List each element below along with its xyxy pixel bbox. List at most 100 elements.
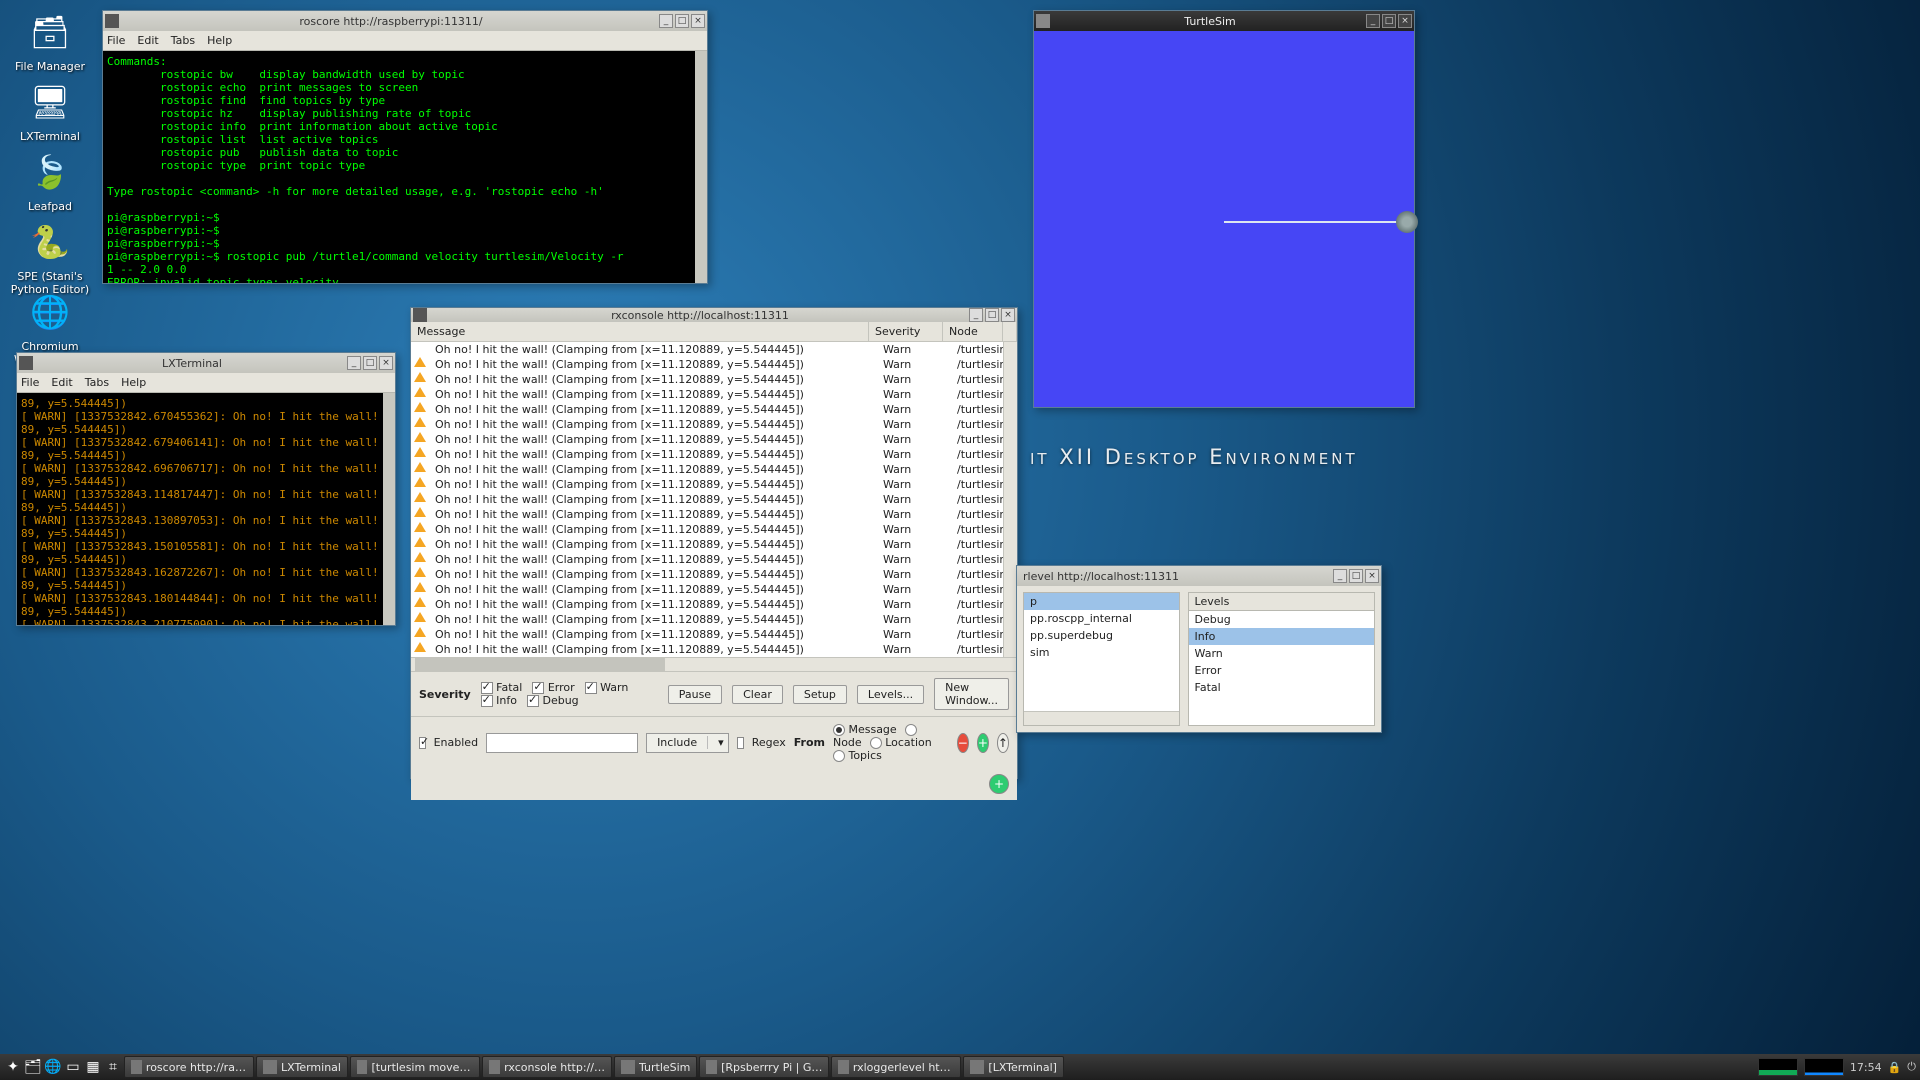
new-window-button[interactable]: New Window...	[934, 678, 1009, 710]
message-row[interactable]: Oh no! I hit the wall! (Clamping from [x…	[411, 537, 1017, 552]
lxterm-terminal-body[interactable]: 89, y=5.544445]) [ WARN] [1337532842.670…	[17, 393, 395, 625]
roscore-terminal-body[interactable]: Commands: rostopic bw display bandwidth …	[103, 51, 707, 283]
logger-item[interactable]: p	[1024, 593, 1179, 610]
desktop-icon-spe-stani-s-python-editor-[interactable]: 🐍SPE (Stani's Python Editor)	[10, 218, 90, 296]
message-row[interactable]: Oh no! I hit the wall! (Clamping from [x…	[411, 522, 1017, 537]
severity-warn-checkbox[interactable]	[585, 682, 597, 694]
message-row[interactable]: Oh no! I hit the wall! (Clamping from [x…	[411, 417, 1017, 432]
maximize-button[interactable]: □	[985, 308, 999, 322]
clear-button[interactable]: Clear	[732, 685, 783, 704]
maximize-button[interactable]: □	[363, 356, 377, 370]
logger-item[interactable]: sim	[1024, 644, 1179, 661]
level-item-error[interactable]: Error	[1189, 662, 1374, 679]
scroll-thumb[interactable]	[415, 658, 665, 671]
power-icon[interactable]: ⏻	[1907, 1060, 1916, 1074]
level-item-debug[interactable]: Debug	[1189, 611, 1374, 628]
clock[interactable]: 17:54	[1850, 1061, 1882, 1074]
close-button[interactable]: ×	[379, 356, 393, 370]
enabled-checkbox[interactable]	[419, 737, 426, 749]
turtlesim-titlebar[interactable]: TurtleSim _ □ ×	[1034, 11, 1414, 31]
level-item-warn[interactable]: Warn	[1189, 645, 1374, 662]
close-button[interactable]: ×	[1001, 308, 1015, 322]
severity-info-checkbox[interactable]	[481, 695, 493, 707]
include-dropdown[interactable]: Include▾	[646, 733, 729, 753]
levels-button[interactable]: Levels...	[857, 685, 924, 704]
scrollbar[interactable]	[695, 51, 707, 283]
taskbar-item[interactable]: LXTerminal	[256, 1056, 348, 1078]
taskbar-item[interactable]: [LXTerminal]	[963, 1056, 1064, 1078]
message-row[interactable]: Oh no! I hit the wall! (Clamping from [x…	[411, 342, 1017, 357]
message-row[interactable]: Oh no! I hit the wall! (Clamping from [x…	[411, 447, 1017, 462]
message-row[interactable]: Oh no! I hit the wall! (Clamping from [x…	[411, 432, 1017, 447]
from-topics-radio[interactable]	[833, 750, 845, 762]
message-row[interactable]: Oh no! I hit the wall! (Clamping from [x…	[411, 357, 1017, 372]
taskbar-item[interactable]: [Rpsberrry Pi | Gordon...	[699, 1056, 829, 1078]
h-scrollbar[interactable]	[1024, 711, 1179, 725]
menu-file[interactable]: File	[107, 34, 125, 47]
scrollbar[interactable]	[1003, 342, 1017, 657]
menu-help[interactable]: Help	[121, 376, 146, 389]
minimize-button[interactable]: _	[659, 14, 673, 28]
rxconsole-titlebar[interactable]: rxconsole http://localhost:11311 _ □ ×	[411, 308, 1017, 322]
message-row[interactable]: Oh no! I hit the wall! (Clamping from [x…	[411, 372, 1017, 387]
loggers-list[interactable]: ppp.roscpp_internalpp.superdebugsim	[1024, 593, 1179, 711]
level-item-fatal[interactable]: Fatal	[1189, 679, 1374, 696]
minimize-button[interactable]: _	[969, 308, 983, 322]
menu-tabs[interactable]: Tabs	[85, 376, 109, 389]
loggerlevel-titlebar[interactable]: rlevel http://localhost:11311 _ □ ×	[1017, 566, 1381, 586]
lxterm-titlebar[interactable]: LXTerminal _ □ ×	[17, 353, 395, 373]
scrollbar[interactable]	[383, 393, 395, 625]
taskbar-item[interactable]: rxloggerlevel http://loc...	[831, 1056, 961, 1078]
add-filter-row-button[interactable]: +	[989, 774, 1009, 794]
show-desktop-icon[interactable]: ⌗	[104, 1058, 122, 1076]
message-row[interactable]: Oh no! I hit the wall! (Clamping from [x…	[411, 402, 1017, 417]
menu-edit[interactable]: Edit	[51, 376, 72, 389]
maximize-button[interactable]: □	[1349, 569, 1363, 583]
taskbar-item[interactable]: rxconsole http://local...	[482, 1056, 612, 1078]
cpu-monitor-icon[interactable]	[1758, 1058, 1798, 1076]
close-button[interactable]: ×	[1365, 569, 1379, 583]
filter-input[interactable]	[486, 733, 638, 753]
net-monitor-icon[interactable]	[1804, 1058, 1844, 1076]
h-scrollbar[interactable]	[411, 657, 1017, 671]
minimize-button[interactable]: _	[347, 356, 361, 370]
lock-icon[interactable]: 🔒	[1888, 1061, 1902, 1074]
severity-debug-checkbox[interactable]	[527, 695, 539, 707]
close-button[interactable]: ×	[1398, 14, 1412, 28]
minimize-button[interactable]: _	[1366, 14, 1380, 28]
menu-tabs[interactable]: Tabs	[171, 34, 195, 47]
file-manager-icon[interactable]: 🗂	[24, 1058, 42, 1076]
desktop-icon-file-manager[interactable]: 🗃File Manager	[10, 8, 90, 73]
message-row[interactable]: Oh no! I hit the wall! (Clamping from [x…	[411, 582, 1017, 597]
workspace-switcher-icon[interactable]: ▦	[84, 1058, 102, 1076]
message-row[interactable]: Oh no! I hit the wall! (Clamping from [x…	[411, 597, 1017, 612]
regex-checkbox[interactable]	[737, 737, 744, 749]
minimize-all-icon[interactable]: ▭	[64, 1058, 82, 1076]
taskbar-item[interactable]: [turtlesim move turtle ...	[350, 1056, 480, 1078]
setup-button[interactable]: Setup	[793, 685, 847, 704]
minimize-button[interactable]: _	[1333, 569, 1347, 583]
from-message-radio[interactable]	[833, 724, 845, 736]
browser-icon[interactable]: 🌐	[44, 1058, 62, 1076]
menu-help[interactable]: Help	[207, 34, 232, 47]
message-row[interactable]: Oh no! I hit the wall! (Clamping from [x…	[411, 642, 1017, 657]
close-button[interactable]: ×	[691, 14, 705, 28]
logger-item[interactable]: pp.roscpp_internal	[1024, 610, 1179, 627]
header-node[interactable]: Node	[943, 322, 1003, 341]
message-row[interactable]: Oh no! I hit the wall! (Clamping from [x…	[411, 567, 1017, 582]
message-row[interactable]: Oh no! I hit the wall! (Clamping from [x…	[411, 492, 1017, 507]
taskbar-item[interactable]: TurtleSim	[614, 1056, 697, 1078]
roscore-titlebar[interactable]: roscore http://raspberrypi:11311/ _ □ ×	[103, 11, 707, 31]
desktop-icon-lxterminal[interactable]: 🖥LXTerminal	[10, 78, 90, 143]
level-item-info[interactable]: Info	[1189, 628, 1374, 645]
rxconsole-message-list[interactable]: Oh no! I hit the wall! (Clamping from [x…	[411, 342, 1017, 657]
desktop-icon-leafpad[interactable]: 🍃Leafpad	[10, 148, 90, 213]
filter-up-button[interactable]: ↑	[997, 733, 1009, 753]
maximize-button[interactable]: □	[675, 14, 689, 28]
filter-add-button[interactable]: +	[977, 733, 989, 753]
menu-edit[interactable]: Edit	[137, 34, 158, 47]
logger-item[interactable]: pp.superdebug	[1024, 627, 1179, 644]
header-message[interactable]: Message	[411, 322, 869, 341]
taskbar-item[interactable]: roscore http://raspber...	[124, 1056, 254, 1078]
turtlesim-canvas[interactable]	[1034, 31, 1414, 407]
